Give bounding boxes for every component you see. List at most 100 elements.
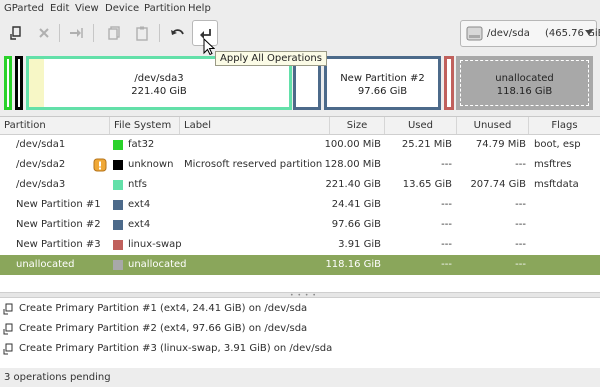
toolbar-separator — [59, 24, 60, 42]
new-partition-icon — [3, 303, 13, 315]
paste-button[interactable] — [129, 20, 155, 46]
copy-icon — [108, 26, 120, 40]
harddisk-icon — [466, 26, 483, 41]
diskmap-new-partition-2-name: New Partition #2 — [340, 73, 425, 84]
fs-color-swatch — [113, 200, 123, 210]
partition-size: 118.16 GiB — [325, 259, 381, 270]
fs-color-swatch — [113, 240, 123, 250]
table-row[interactable]: /dev/sda1 fat32 100.00 MiB 25.21 MiB 74.… — [0, 135, 600, 155]
warning-icon — [93, 158, 107, 172]
diskmap-new-partition-3[interactable] — [444, 56, 454, 110]
menu-view[interactable]: View — [75, 3, 99, 14]
partition-unused: --- — [515, 159, 526, 170]
diskmap-sda3-name: /dev/sda3 — [134, 73, 184, 84]
chevron-down-icon — [585, 30, 593, 35]
partition-used: --- — [441, 159, 452, 170]
partition-table: Partition File System Label Size Used Un… — [0, 116, 600, 293]
partition-size: 24.41 GiB — [331, 199, 381, 210]
table-row-selected[interactable]: unallocated unallocated 118.16 GiB --- -… — [0, 255, 600, 275]
tooltip: Apply All Operations — [215, 51, 327, 66]
partition-size: 100.00 MiB — [324, 139, 381, 150]
fs-name: unknown — [128, 159, 174, 170]
fs-color-swatch — [113, 260, 123, 270]
delete-partition-button[interactable] — [31, 20, 57, 46]
toolbar-separator — [159, 24, 160, 42]
new-partition-button[interactable] — [3, 20, 29, 46]
menu-partition[interactable]: Partition — [144, 3, 186, 14]
column-flags[interactable]: Flags — [529, 117, 600, 134]
resize-move-icon — [70, 28, 83, 38]
column-label[interactable]: Label — [180, 117, 330, 134]
new-partition-icon — [3, 343, 13, 355]
diskmap-sda2[interactable] — [15, 56, 23, 110]
device-selector[interactable]: /dev/sda (465.76 GiB) — [460, 20, 600, 47]
toolbar-separator — [93, 24, 94, 42]
diskmap-sda1[interactable] — [4, 56, 12, 110]
diskmap-new-partition-2[interactable]: New Partition #2 97.66 GiB — [324, 56, 441, 110]
partition-unused: --- — [515, 199, 526, 210]
partition-name: /dev/sda3 — [16, 179, 66, 190]
table-row[interactable]: /dev/sda3 ntfs 221.40 GiB 13.65 GiB 207.… — [0, 175, 600, 195]
table-row[interactable]: New Partition #3 linux-swap 3.91 GiB ---… — [0, 235, 600, 255]
operations-list: Create Primary Partition #1 (ext4, 24.41… — [0, 298, 600, 369]
partition-name: /dev/sda2 — [16, 159, 66, 170]
status-text: 3 operations pending — [4, 372, 111, 383]
undo-icon — [171, 29, 184, 35]
table-row[interactable]: New Partition #2 ext4 97.66 GiB --- --- — [0, 215, 600, 235]
fs-color-swatch — [113, 140, 123, 150]
diskmap-unallocated-name: unallocated — [495, 73, 554, 84]
partition-name: New Partition #1 — [16, 199, 101, 210]
fs-name: linux-swap — [128, 239, 182, 250]
new-partition-icon — [10, 26, 21, 40]
fs-color-swatch — [113, 180, 123, 190]
copy-button[interactable] — [101, 20, 127, 46]
diskmap-unallocated[interactable]: unallocated 118.16 GiB — [456, 56, 593, 110]
fs-name: fat32 — [128, 139, 155, 150]
table-header: Partition File System Label Size Used Un… — [0, 117, 600, 135]
list-item[interactable]: Create Primary Partition #2 (ext4, 97.66… — [0, 319, 600, 339]
fs-name: ext4 — [128, 219, 151, 230]
partition-flags: msftres — [534, 159, 572, 170]
menu-bar: GParted Edit View Device Partition Help — [0, 0, 600, 17]
diskmap-new-partition-2-size: 97.66 GiB — [357, 86, 408, 97]
operation-text: Create Primary Partition #3 (linux-swap,… — [19, 343, 333, 354]
menu-device[interactable]: Device — [105, 3, 139, 14]
resize-move-button[interactable] — [63, 20, 89, 46]
list-item[interactable]: Create Primary Partition #3 (linux-swap,… — [0, 339, 600, 359]
partition-size: 221.40 GiB — [325, 179, 381, 190]
partition-name: /dev/sda1 — [16, 139, 66, 150]
column-used[interactable]: Used — [385, 117, 457, 134]
partition-used: 25.21 MiB — [401, 139, 452, 150]
partition-size: 97.66 GiB — [331, 219, 381, 230]
partition-flags: boot, esp — [534, 139, 581, 150]
table-row[interactable]: /dev/sda2 unknown Microsoft reserved par… — [0, 155, 600, 175]
partition-unused: 207.74 GiB — [470, 179, 526, 190]
column-unused[interactable]: Unused — [457, 117, 529, 134]
fs-name: unallocated — [128, 259, 187, 270]
partition-name: New Partition #2 — [16, 219, 101, 230]
list-item[interactable]: Create Primary Partition #1 (ext4, 24.41… — [0, 299, 600, 319]
partition-name: unallocated — [16, 259, 75, 270]
fs-color-swatch — [113, 220, 123, 230]
table-row[interactable]: New Partition #1 ext4 24.41 GiB --- --- — [0, 195, 600, 215]
status-bar: 3 operations pending — [0, 368, 600, 387]
partition-size: 3.91 GiB — [338, 239, 381, 250]
menu-help[interactable]: Help — [188, 3, 211, 14]
mouse-pointer-icon — [203, 38, 215, 56]
partition-unused: --- — [515, 239, 526, 250]
operation-text: Create Primary Partition #1 (ext4, 24.41… — [19, 303, 308, 314]
fs-color-swatch — [113, 160, 123, 170]
undo-button[interactable] — [164, 20, 190, 46]
menu-edit[interactable]: Edit — [50, 3, 69, 14]
diskmap-unallocated-size: 118.16 GiB — [496, 86, 553, 97]
column-size[interactable]: Size — [330, 117, 385, 134]
column-partition[interactable]: Partition — [0, 117, 110, 134]
partition-flags: msftdata — [534, 179, 579, 190]
column-file-system[interactable]: File System — [110, 117, 180, 134]
partition-unused: --- — [515, 219, 526, 230]
fs-name: ext4 — [128, 199, 151, 210]
fs-name: ntfs — [128, 179, 147, 190]
partition-used: --- — [441, 259, 452, 270]
partition-name: New Partition #3 — [16, 239, 101, 250]
menu-gparted[interactable]: GParted — [4, 3, 44, 14]
